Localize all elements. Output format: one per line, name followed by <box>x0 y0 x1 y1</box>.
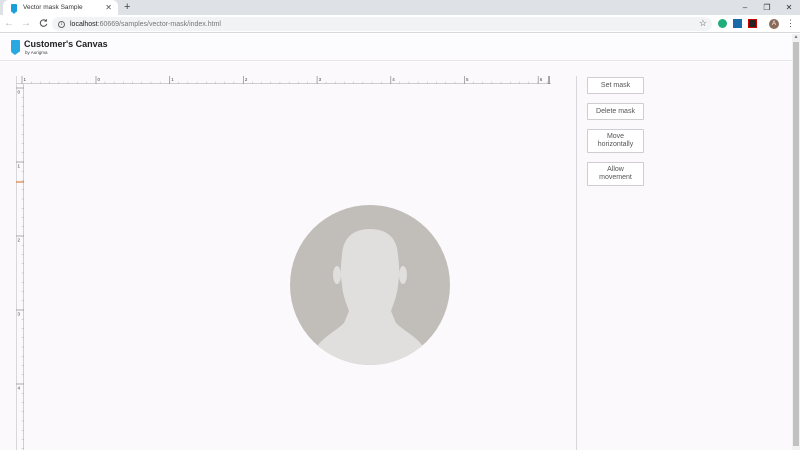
ruler-label: 3 <box>319 77 322 82</box>
ruler-label: 1 <box>24 77 27 82</box>
app-title: Customer's Canvas <box>24 39 108 49</box>
ruler-label: 2 <box>18 238 21 243</box>
ruler-label: 3 <box>18 312 21 317</box>
scroll-thumb[interactable] <box>793 42 799 446</box>
browser-toolbar: ← → i localhost:60669/samples/vector-mas… <box>0 15 800 33</box>
address-bar[interactable]: i localhost:60669/samples/vector-mask/in… <box>52 17 712 31</box>
app-header: Customer's Canvas by Aurigma <box>0 34 792 61</box>
scroll-up-icon[interactable]: ▲ <box>793 34 799 40</box>
extension-icon-blue[interactable] <box>733 19 742 28</box>
url-host: localhost <box>70 20 98 28</box>
ruler-label: 0 <box>18 90 21 95</box>
minimize-button[interactable]: – <box>734 0 756 15</box>
window-controls: – ❐ ✕ <box>734 0 800 15</box>
allow-movement-button[interactable]: Allow movement <box>587 162 644 186</box>
close-window-button[interactable]: ✕ <box>778 0 800 15</box>
forward-arrow-icon[interactable]: → <box>18 18 34 29</box>
customers-canvas-logo-icon <box>11 40 20 55</box>
site-info-icon[interactable]: i <box>58 20 65 28</box>
mask-controls: Set mask Delete mask Move horizontally A… <box>587 77 644 195</box>
restore-button[interactable]: ❐ <box>756 0 778 15</box>
app-subtitle: by Aurigma <box>25 50 48 55</box>
ruler-label: 2 <box>245 77 248 82</box>
browser-tab-strip: Vector mask Sample ✕ + – ❐ ✕ <box>0 0 800 15</box>
ruler-label: 5 <box>466 77 469 82</box>
profile-avatar[interactable]: A <box>769 19 779 29</box>
ruler-label: 6 <box>540 77 543 82</box>
editor-workspace: 1 0 1 2 3 4 5 6 0 1 2 3 4 Set mask Delete mask Move… <box>0 62 792 450</box>
ruler-label: 0 <box>98 77 101 82</box>
ruler-label: 4 <box>18 386 21 391</box>
ruler-label: 4 <box>392 77 395 82</box>
extension-icon-dark[interactable] <box>748 19 757 28</box>
delete-mask-button[interactable]: Delete mask <box>587 103 644 120</box>
tab-title: Vector mask Sample <box>23 4 83 11</box>
reload-glyph <box>39 18 47 27</box>
bookmark-favicon-icon <box>11 3 17 14</box>
close-tab-icon[interactable]: ✕ <box>105 3 112 12</box>
url-path: :60669/samples/vector-mask/index.html <box>97 20 221 28</box>
move-horizontally-button[interactable]: Move horizontally <box>587 129 644 153</box>
browser-menu-icon[interactable]: ⋮ <box>786 17 795 29</box>
ruler-label: 1 <box>18 164 21 169</box>
new-tab-button[interactable]: + <box>124 1 130 14</box>
ruler-label: 1 <box>171 77 174 82</box>
bookmark-star-icon[interactable]: ☆ <box>699 18 707 29</box>
url-text: localhost:60669/samples/vector-mask/inde… <box>70 21 221 28</box>
back-arrow-icon[interactable]: ← <box>1 18 17 29</box>
browser-tab[interactable]: Vector mask Sample ✕ <box>3 0 118 15</box>
set-mask-button[interactable]: Set mask <box>587 77 644 94</box>
vertical-ruler: 0 1 2 3 4 <box>16 84 24 450</box>
grammarly-extension-icon[interactable] <box>718 19 727 28</box>
person-placeholder-icon[interactable] <box>290 205 450 365</box>
reload-icon[interactable] <box>35 18 51 30</box>
horizontal-ruler: 1 0 1 2 3 4 5 6 <box>16 76 551 84</box>
page-scrollbar[interactable]: ▲ <box>792 34 800 450</box>
